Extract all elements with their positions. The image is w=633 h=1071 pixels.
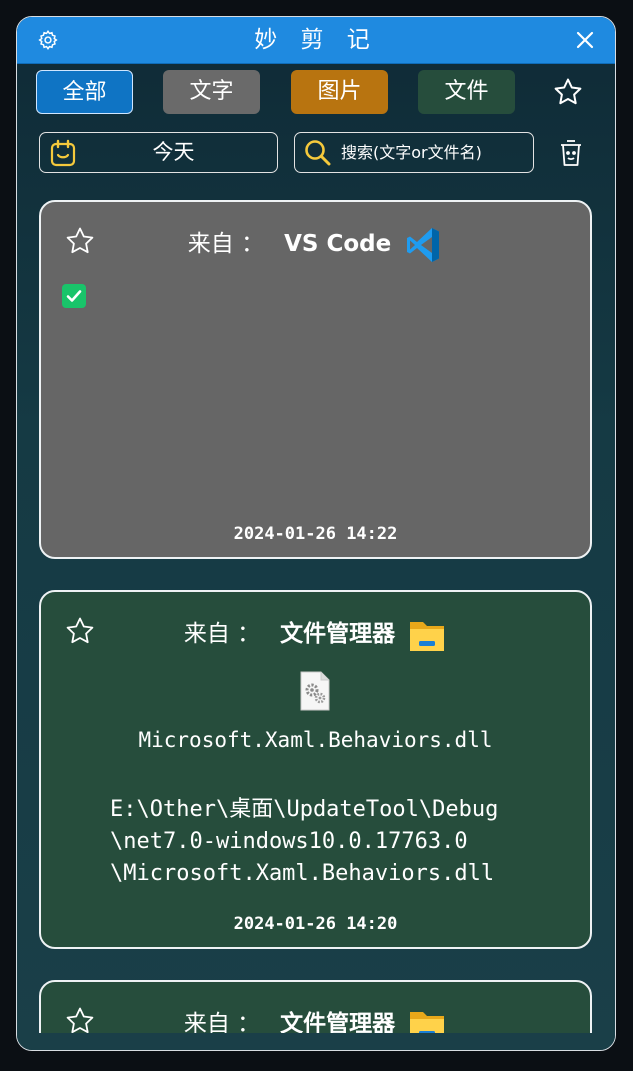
file-name: Microsoft.Xaml.Behaviors.dll [138,728,493,752]
search-placeholder: 搜索(文字or文件名) [341,143,482,162]
source-label: 来自 ： [183,621,261,647]
filter-image-button[interactable]: 图片 [291,70,388,114]
dll-file-icon [300,671,330,711]
filter-file-button[interactable]: 文件 [418,70,515,114]
filter-text-button[interactable]: 文字 [163,70,260,114]
close-icon[interactable] [575,30,595,50]
clip-card[interactable]: 来自 ： VS Code 2024-01-26 14:22 [39,200,592,559]
clear-all-trash-icon[interactable] [558,138,584,168]
calendar-icon [50,139,76,167]
checkbox-checked[interactable] [62,284,86,308]
file-path: E:\Other\桌面\UpdateTool\Debug \net7.0-win… [110,797,499,886]
search-icon [305,140,331,166]
clip-source: 来自 ： 文件管理器 [41,614,590,654]
window-title: 妙 剪 记 [254,27,378,53]
clip-card[interactable]: 来自 ： 文件管理器 Microsoft.Xaml.Behaviors.dll E… [39,590,592,949]
filter-all-button[interactable]: 全部 [36,70,133,114]
list-bottom-edge [17,1033,615,1050]
clip-source: 来自 ： VS Code [41,224,590,264]
checkmark-icon [66,290,82,302]
clip-timestamp: 2024-01-26 14:22 [233,524,398,544]
date-filter[interactable]: 今天 [39,132,278,173]
clip-timestamp: 2024-01-26 14:20 [233,914,398,934]
source-app-name: VS Code [284,231,392,257]
date-filter-label: 今天 [152,140,195,164]
app-window: 妙 剪 记 全部 文字 图片 文件 今天 搜索(文字or文件名) 来自 ： VS… [16,16,616,1051]
search-input[interactable]: 搜索(文字or文件名) [294,132,534,173]
title-bar[interactable]: 妙 剪 记 [17,17,615,64]
file-explorer-icon [410,621,445,651]
source-app-name: 文件管理器 [280,621,396,647]
favorites-star-icon[interactable] [553,77,583,107]
source-label: 来自 ： [187,231,265,257]
vscode-icon [407,227,440,262]
